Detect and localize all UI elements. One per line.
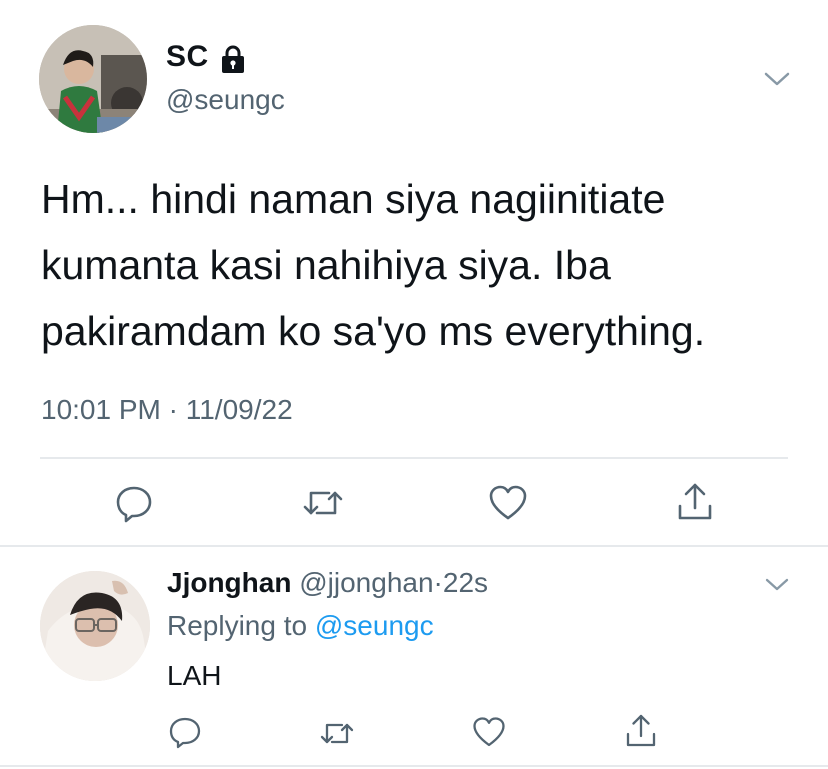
retweet-icon[interactable] (317, 716, 357, 750)
tweet-time[interactable]: 22s (443, 567, 488, 598)
chevron-down-icon[interactable] (760, 64, 794, 94)
avatar-photo (40, 571, 150, 681)
share-icon[interactable] (624, 713, 658, 749)
reply-icon[interactable] (167, 715, 203, 749)
replying-to-label: Replying to (167, 610, 308, 641)
share-icon[interactable] (675, 481, 715, 523)
like-icon[interactable] (487, 483, 529, 523)
chevron-down-icon[interactable] (762, 572, 792, 598)
tweet-text: LAH (167, 660, 222, 691)
display-name[interactable]: SC (166, 40, 209, 74)
display-name[interactable]: Jjonghan (167, 567, 291, 598)
tweet-timestamp[interactable]: 10:01 PM · 11/09/22 (41, 394, 293, 426)
reply-icon[interactable] (114, 483, 154, 523)
separator-dot: · (433, 567, 443, 598)
avatar[interactable] (39, 25, 147, 133)
divider (40, 457, 788, 459)
like-icon[interactable] (471, 715, 507, 749)
avatar[interactable] (40, 571, 150, 681)
divider (0, 545, 828, 547)
avatar-photo (39, 25, 147, 133)
divider (0, 765, 828, 767)
reply-header: Jjonghan @jjonghan·22s (167, 567, 488, 599)
mention-link[interactable]: @seungc (315, 610, 434, 641)
user-handle[interactable]: @seungc (166, 84, 285, 116)
lock-icon (217, 43, 249, 75)
user-handle[interactable]: @jjonghan (299, 567, 433, 598)
retweet-icon[interactable] (299, 483, 347, 523)
tweet-text: Hm... hindi naman siya nagiinitiate kuma… (41, 176, 706, 354)
replying-to: Replying to @seungc (167, 610, 434, 642)
